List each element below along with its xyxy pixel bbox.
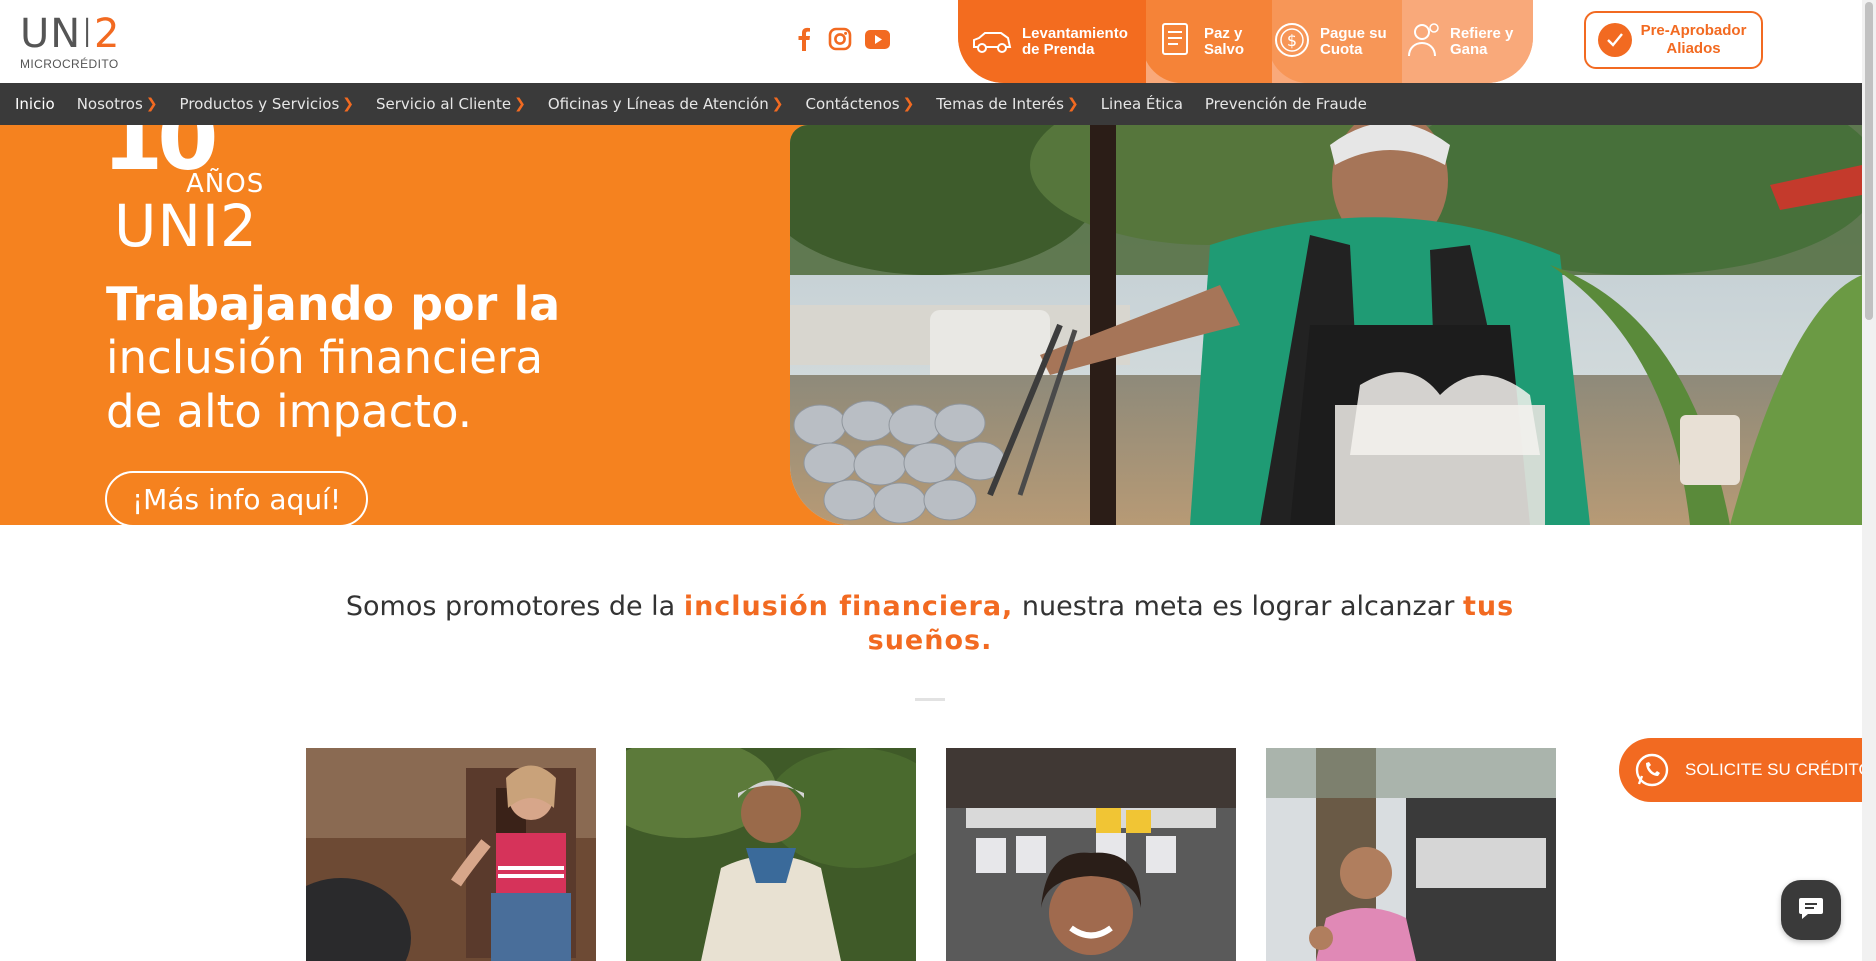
- nav-item-oficinas[interactable]: Oficinas y Líneas de Atención ❯: [548, 95, 784, 113]
- hero-headline-line2: inclusión financiera: [106, 331, 544, 384]
- pre-aprobador-label: Pre-Aprobador: [1640, 22, 1747, 39]
- facebook-icon[interactable]: [795, 24, 813, 54]
- hero-more-info-button[interactable]: ¡Más info aquí!: [105, 471, 368, 525]
- page: UNI2 MICROCRÉDITO Levantamiento de Prend…: [0, 0, 1876, 961]
- nav-item-productos[interactable]: Productos y Servicios ❯: [180, 95, 354, 113]
- check-icon: [1598, 23, 1632, 57]
- chevron-right-icon: ❯: [145, 96, 158, 112]
- hero-headline-bold: Trabajando por la: [106, 277, 561, 331]
- hero-headline-line3: de alto impacto.: [106, 385, 473, 438]
- hero-photo: [790, 125, 1862, 525]
- mission-highlight: inclusión financiera,: [683, 591, 1014, 622]
- mission-text: nuestra meta es lograr alcanzar: [1013, 591, 1463, 622]
- uni2-logo[interactable]: UNI2 MICROCRÉDITO: [20, 14, 130, 72]
- nav-item-servicio-cliente[interactable]: Servicio al Cliente ❯: [376, 95, 526, 113]
- quick-link-label: Salvo: [1204, 40, 1245, 58]
- mission-statement: Somos promotores de la inclusión financi…: [330, 590, 1530, 658]
- whatsapp-icon: [1633, 751, 1671, 789]
- main-nav: Inicio Nosotros ❯ Productos y Servicios ❯ …: [0, 83, 1862, 125]
- nav-item-inicio[interactable]: Inicio: [15, 95, 55, 113]
- hero-banner: 10 AÑOS UNI2 Trabajando por la inclusión…: [0, 125, 1862, 525]
- car-icon: [970, 23, 1014, 61]
- logo-subtitle: MICROCRÉDITO: [20, 57, 119, 71]
- whatsapp-solicite-credito-button[interactable]: SOLICITE SU CRÉDITO: [1619, 738, 1872, 802]
- chevron-right-icon: ❯: [342, 96, 355, 112]
- quick-link-label: Refiere y: [1450, 24, 1514, 42]
- quick-link-label: Paz y: [1204, 24, 1243, 42]
- chevron-right-icon: ❯: [1066, 96, 1079, 112]
- mission-text: Somos promotores de la: [345, 591, 684, 622]
- client-photo-card[interactable]: [1266, 748, 1556, 961]
- chevron-right-icon: ❯: [771, 96, 784, 112]
- pre-aprobador-button[interactable]: Pre-Aprobador Aliados: [1584, 11, 1763, 69]
- quick-link-levantamiento[interactable]: Levantamiento de Prenda: [970, 0, 1128, 83]
- chat-bubble-icon: [1798, 896, 1824, 924]
- nav-item-temas[interactable]: Temas de Interés ❯: [936, 95, 1078, 113]
- anniversary-brand: UNI2: [114, 192, 258, 260]
- client-photo-card[interactable]: [306, 748, 596, 961]
- quick-link-label: Pague su: [1320, 24, 1387, 42]
- quick-link-refiere-y-gana[interactable]: Refiere y Gana: [1404, 0, 1513, 83]
- quick-links-strip: Levantamiento de Prenda Paz y Salvo $ Pa…: [958, 0, 1533, 83]
- quick-link-label: Cuota: [1320, 40, 1363, 58]
- quick-link-paz-y-salvo[interactable]: Paz y Salvo: [1156, 0, 1244, 83]
- quick-link-label: de Prenda: [1022, 40, 1095, 58]
- document-icon: [1156, 20, 1196, 64]
- user-refer-icon: [1404, 20, 1442, 64]
- instagram-icon[interactable]: [827, 24, 853, 54]
- quick-link-pague-su-cuota[interactable]: $ Pague su Cuota: [1272, 0, 1387, 83]
- page-scrollbar[interactable]: [1862, 0, 1876, 961]
- youtube-icon[interactable]: [864, 24, 890, 54]
- scrollbar-thumb[interactable]: [1865, 2, 1873, 320]
- dollar-coin-icon: $: [1272, 20, 1312, 64]
- svg-text:$: $: [1287, 31, 1297, 50]
- quick-link-label: Levantamiento: [1022, 24, 1128, 42]
- nav-item-contactenos[interactable]: Contáctenos ❯: [805, 95, 914, 113]
- whatsapp-label: SOLICITE SU CRÉDITO: [1685, 760, 1872, 779]
- nav-item-nosotros[interactable]: Nosotros ❯: [77, 95, 158, 113]
- pre-aprobador-label: Aliados: [1666, 40, 1721, 57]
- client-photo-card[interactable]: [946, 748, 1236, 961]
- nav-item-linea-etica[interactable]: Linea Ética: [1101, 95, 1183, 113]
- quick-link-label: Gana: [1450, 40, 1488, 58]
- chat-widget-button[interactable]: [1781, 880, 1841, 940]
- chevron-right-icon: ❯: [514, 96, 526, 112]
- site-header: UNI2 MICROCRÉDITO Levantamiento de Prend…: [0, 0, 1862, 83]
- logo-brand: UNI2: [20, 11, 121, 57]
- section-divider: [915, 698, 945, 701]
- client-photo-card[interactable]: [626, 748, 916, 961]
- nav-item-prevencion-fraude[interactable]: Prevención de Fraude: [1205, 95, 1367, 113]
- chevron-right-icon: ❯: [902, 96, 915, 112]
- hero-headline: Trabajando por la inclusión financiera d…: [106, 277, 560, 439]
